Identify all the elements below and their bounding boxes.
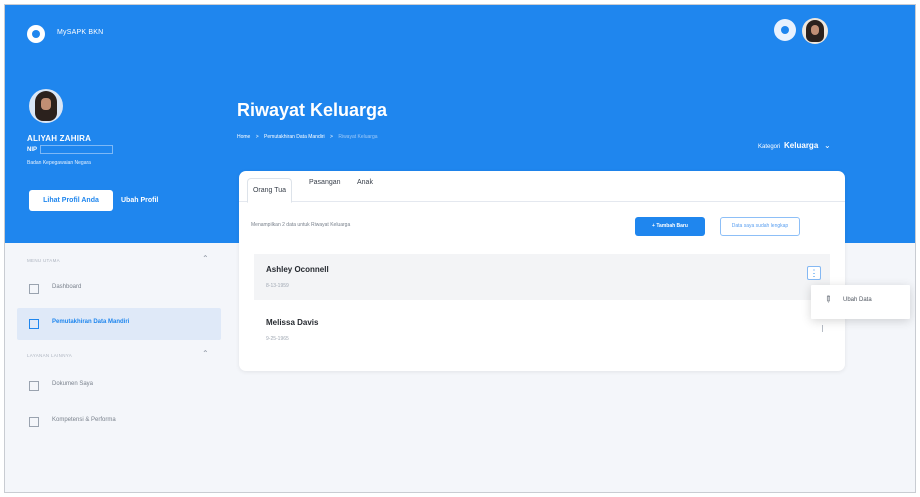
tab-children[interactable]: Anak [357, 179, 373, 186]
data-complete-button[interactable]: Data saya sudah lengkap [720, 217, 800, 236]
profile-name: ALIYAH ZAHIRA [27, 134, 92, 143]
edit-data-menu-item[interactable]: Ubah Data [843, 297, 872, 303]
avatar-face [811, 25, 819, 35]
breadcrumb-current: Riwayat Keluarga [338, 134, 378, 140]
app-window: MySAPK BKN ALIYAH ZAHIRA NIP Badan Kepeg… [4, 4, 916, 493]
sidebar-item-label: Dashboard [52, 284, 82, 290]
app-logo[interactable] [27, 25, 45, 43]
breadcrumb-separator: > [330, 134, 333, 140]
chevron-up-icon[interactable]: ⌃ [202, 349, 209, 358]
family-record-row: Melissa Davis 9-25-1965 [254, 307, 830, 353]
breadcrumb: Home > Pemutakhiran Data Mandiri > Riway… [237, 134, 382, 140]
chevron-up-icon[interactable]: ⌃ [202, 254, 209, 263]
more-options-icon[interactable]: ⋮ [807, 266, 821, 280]
nip-value-box [40, 145, 113, 154]
row-actions-menu: ✎ Ubah Data [811, 285, 910, 319]
avatar-face [41, 98, 51, 110]
sidebar-item-competency[interactable]: Kompetensi & Performa [17, 406, 221, 438]
profile-avatar [29, 89, 63, 123]
family-record-row: Ashley Oconnell 8-13-1959 ⋮ [254, 254, 830, 300]
page-title: Riwayat Keluarga [237, 100, 388, 120]
competency-icon [29, 417, 39, 427]
person-birth-date: 8-13-1959 [266, 283, 289, 289]
person-birth-date: 9-25-1965 [266, 336, 289, 342]
document-icon [29, 381, 39, 391]
record-summary: Menampilkan 2 data untuk Riwayat Keluarg… [251, 222, 351, 228]
tab-spouse[interactable]: Pasangan [309, 179, 341, 186]
dashboard-icon [29, 284, 39, 294]
tab-parents[interactable]: Orang Tua [247, 178, 292, 203]
breadcrumb-data-update[interactable]: Pemutakhiran Data Mandiri [264, 134, 325, 140]
family-tabs: Orang Tua Pasangan Anak [239, 171, 845, 203]
person-name: Ashley Oconnell [266, 265, 329, 274]
family-history-card: Orang Tua Pasangan Anak Menampilkan 2 da… [239, 171, 845, 371]
agency-name: Badan Kepegawaian Negara [27, 160, 91, 166]
sidebar-item-data-update[interactable]: Pemutakhiran Data Mandiri [17, 308, 221, 340]
edit-profile-button[interactable]: Ubah Profil [121, 190, 158, 211]
sidebar-item-documents[interactable]: Dokumen Saya [17, 370, 221, 402]
breadcrumb-home[interactable]: Home [237, 134, 250, 140]
breadcrumb-separator: > [255, 134, 259, 140]
chevron-down-icon: ⌄ [823, 141, 831, 150]
edit-icon: ✎ [821, 292, 835, 306]
notification-icon[interactable] [774, 19, 796, 41]
user-avatar[interactable] [802, 18, 828, 44]
sidebar-item-dashboard[interactable]: Dashboard [17, 273, 221, 305]
sidebar-section-other: LAYANAN LAINNYA [27, 353, 73, 358]
nip-label: NIP [27, 147, 38, 153]
category-label: Kategori [758, 144, 781, 150]
category-selector[interactable]: Kategori Keluarga ⌄ [758, 141, 831, 150]
sidebar-item-label: Dokumen Saya [52, 381, 94, 387]
view-profile-button[interactable]: Lihat Profil Anda [29, 190, 113, 211]
category-value: Keluarga [784, 141, 819, 150]
app-name: MySAPK BKN [57, 29, 104, 36]
more-options-icon[interactable] [820, 325, 823, 332]
sidebar-item-label: Pemutakhiran Data Mandiri [52, 319, 130, 325]
sidebar: MENU UTAMA ⌃ Dashboard Pemutakhiran Data… [5, 243, 227, 492]
person-name: Melissa Davis [266, 318, 319, 327]
add-new-button[interactable]: + Tambah Baru [635, 217, 705, 236]
sidebar-section-main: MENU UTAMA [27, 258, 60, 263]
sidebar-item-label: Kompetensi & Performa [52, 417, 116, 423]
data-update-icon [29, 319, 39, 329]
